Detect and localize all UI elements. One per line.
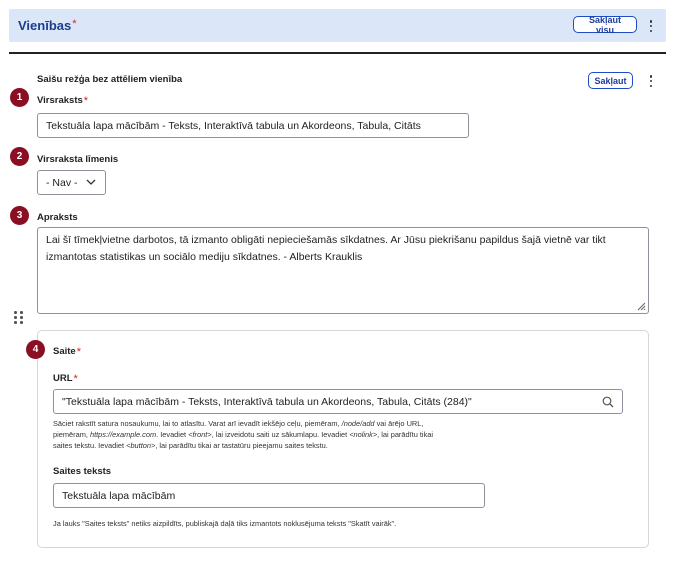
heading-level-label: Virsraksta līmenis	[37, 154, 119, 165]
heading-level-select[interactable]: - Nav -	[37, 170, 106, 195]
url-value: "Tekstuāla lapa mācībām - Teksts, Intera…	[62, 395, 472, 408]
chevron-down-icon	[86, 179, 96, 185]
description-text: Lai šī tīmekļvietne darbotos, tā izmanto…	[46, 234, 606, 263]
kebab-menu-icon[interactable]	[646, 73, 656, 89]
kebab-menu-icon[interactable]	[646, 18, 656, 34]
url-input[interactable]: "Tekstuāla lapa mācībām - Teksts, Intera…	[53, 389, 623, 414]
link-text-label: Saites teksts	[53, 466, 112, 477]
url-help-text: Sāciet rakstīt satura nosaukumu, lai to …	[53, 419, 434, 450]
required-mark: *	[72, 18, 77, 30]
description-label: Apraksts	[37, 212, 78, 223]
heading-level-value: - Nav -	[46, 176, 78, 189]
link-text-input[interactable]: Tekstuāla lapa mācībām	[53, 483, 485, 508]
step-badge-1: 1	[10, 88, 29, 107]
url-label: URL*	[53, 373, 78, 385]
step-badge-4: 4	[26, 340, 45, 359]
drag-handle-icon[interactable]	[14, 311, 23, 324]
heading-label: Virsraksts*	[37, 95, 89, 107]
link-text-help: Ja lauks "Saites teksts" netiks aizpildī…	[53, 519, 397, 528]
search-icon	[602, 396, 614, 408]
link-label: Saite*	[53, 346, 81, 358]
step-badge-3: 3	[10, 206, 29, 225]
page-title: Vienības*	[18, 18, 77, 33]
header-bar: Vienības* Sakļaut visu	[9, 9, 666, 42]
step-badge-2: 2	[10, 147, 29, 166]
section-title: Saišu režģa bez attēliem vienība	[37, 74, 183, 85]
resize-handle-icon[interactable]	[637, 302, 646, 311]
description-textarea[interactable]: Lai šī tīmekļvietne darbotos, tā izmanto…	[37, 227, 649, 314]
collapse-button[interactable]: Sakļaut	[588, 72, 633, 89]
heading-input[interactable]: Tekstuāla lapa mācībām - Teksts, Interak…	[37, 113, 469, 138]
divider	[9, 52, 666, 54]
collapse-all-button[interactable]: Sakļaut visu	[573, 15, 637, 35]
